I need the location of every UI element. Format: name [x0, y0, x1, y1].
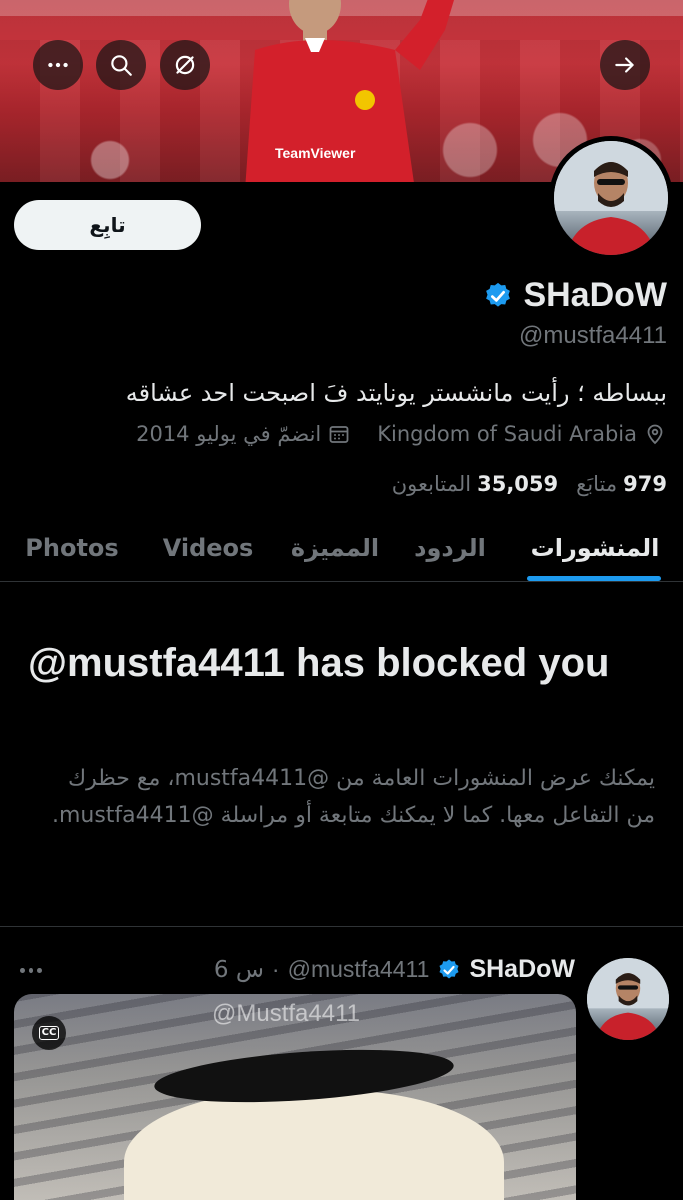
blocked-description: يمكنك عرض المنشورات العامة من @mustfa441…: [51, 766, 655, 828]
profile-name-row: SHaDoW: [483, 276, 667, 315]
tweet-avatar[interactable]: [587, 958, 669, 1040]
tweet-author-name[interactable]: SHaDoW: [469, 955, 575, 984]
tweet-handle[interactable]: @mustfa4411: [288, 956, 430, 983]
captions-button[interactable]: CC: [32, 1016, 66, 1050]
followers-label: المتابعون: [391, 472, 472, 496]
more-horizontal-icon: [48, 62, 68, 68]
grok-button[interactable]: [160, 40, 210, 90]
active-tab-indicator: [527, 576, 661, 581]
tweet-header: 6 س · @mustfa4411 SHaDoW: [214, 955, 575, 984]
profile-location: Kingdom of Saudi Arabia: [377, 422, 667, 446]
more-dot-icon: [37, 967, 43, 973]
tweet-more-button[interactable]: [18, 955, 44, 985]
profile-bio: ببساطه ؛ رأيت مانشستر يونايتد فَ اصبحت ا…: [125, 379, 667, 407]
search-icon: [111, 55, 132, 76]
video-watermark: @Mustfa4411: [212, 1000, 360, 1027]
tweet-separator: ·: [271, 956, 280, 982]
tweet-video[interactable]: @Mustfa4411 CC: [14, 994, 576, 1200]
cc-icon: CC: [38, 1026, 60, 1040]
more-dot-icon: [28, 967, 34, 973]
profile-display-name: SHaDoW: [523, 276, 667, 314]
tab-replies[interactable]: الردود: [400, 515, 500, 581]
tab-photos[interactable]: Photos: [18, 515, 126, 581]
tab-posts[interactable]: المنشورات: [520, 515, 670, 581]
profile-tabs: المنشورات الردود المميزة Videos Photos: [0, 515, 683, 582]
following-count: 979: [623, 472, 667, 496]
location-pin-icon: [647, 424, 663, 445]
profile-avatar[interactable]: [549, 136, 673, 260]
joined-text: انضمّ في يوليو 2014: [136, 422, 322, 446]
more-options-button[interactable]: [33, 40, 83, 90]
calendar-icon: [329, 426, 349, 443]
profile-stats: 979 متابَع 35,059 المتابعون: [392, 472, 667, 496]
section-divider: [0, 926, 683, 927]
followers-count: 35,059: [477, 472, 559, 496]
location-text: Kingdom of Saudi Arabia: [377, 422, 637, 446]
profile-meta: Kingdom of Saudi Arabia انضمّ في يوليو 2…: [136, 422, 667, 446]
more-dot-icon: [20, 967, 25, 973]
back-button[interactable]: [600, 40, 650, 90]
verified-badge-icon: [437, 958, 461, 982]
following-label: متابَع: [576, 472, 618, 496]
tab-videos[interactable]: Videos: [155, 515, 261, 581]
blocked-title: @mustfa4411 has blocked you: [28, 641, 610, 685]
profile-handle: @mustfa4411: [519, 322, 667, 349]
follow-button[interactable]: تابِع: [14, 200, 201, 250]
arrow-right-icon: [615, 57, 634, 73]
tweet-time[interactable]: 6 س: [214, 957, 264, 983]
grok-icon: [175, 55, 195, 75]
following-stat[interactable]: 979 متابَع: [576, 472, 667, 496]
avatar-photo: [554, 141, 668, 255]
svg-text:TeamViewer: TeamViewer: [275, 145, 356, 161]
tweet-avatar-photo: [587, 958, 669, 1040]
banner-player-image: TeamViewer: [245, 0, 454, 182]
followers-stat[interactable]: 35,059 المتابعون: [392, 472, 558, 496]
profile-joined: انضمّ في يوليو 2014: [136, 422, 351, 446]
tab-highlights[interactable]: المميزة: [280, 515, 390, 581]
verified-badge-icon: [483, 281, 513, 311]
search-button[interactable]: [96, 40, 146, 90]
